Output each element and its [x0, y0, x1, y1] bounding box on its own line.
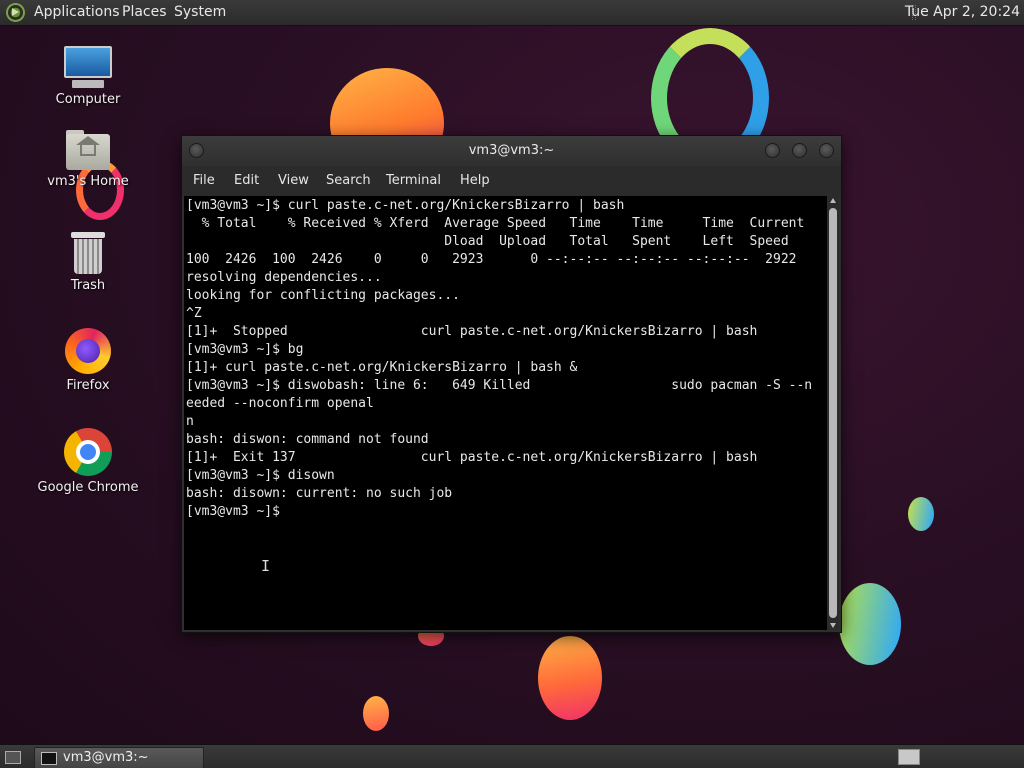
menu-file[interactable]: File — [193, 173, 215, 188]
menu-edit[interactable]: Edit — [234, 173, 259, 188]
desktop-icon-label: Google Chrome — [37, 480, 139, 495]
wallpaper-blob — [538, 636, 602, 720]
desktop-icon-label: Computer — [55, 92, 121, 107]
terminal-line: [vm3@vm3 ~]$ diswobash: line 6: 649 Kill… — [186, 378, 813, 393]
distro-logo-icon[interactable] — [6, 3, 25, 22]
minimize-icon[interactable] — [765, 143, 780, 158]
wallpaper-blob — [363, 696, 389, 731]
terminal-line: bash: diswon: command not found — [186, 432, 429, 447]
terminal-line: [1]+ Exit 137 curl paste.c-net.org/Knick… — [186, 450, 758, 465]
close-icon[interactable] — [819, 143, 834, 158]
scroll-up-icon[interactable] — [830, 198, 836, 203]
menu-terminal[interactable]: Terminal — [386, 173, 441, 188]
show-desktop-icon[interactable] — [5, 751, 21, 764]
menu-places[interactable]: Places — [122, 4, 167, 20]
terminal-line: 100 2426 100 2426 0 0 2923 0 --:--:-- --… — [186, 252, 797, 267]
computer-icon — [64, 46, 112, 88]
desktop-icon-firefox[interactable]: Firefox — [28, 328, 148, 393]
wallpaper-blob — [839, 583, 901, 665]
top-panel: Applications Places System Tue Apr 2, 20… — [0, 0, 1024, 26]
desktop-icon-computer[interactable]: Computer — [28, 46, 148, 107]
wallpaper-blob — [908, 497, 934, 531]
maximize-icon[interactable] — [792, 143, 807, 158]
desktop-icon-home[interactable]: vm3's Home — [28, 130, 148, 189]
terminal-line: [1]+ curl paste.c-net.org/KnickersBizarr… — [186, 360, 578, 375]
terminal-line: eeded --noconfirm openal — [186, 396, 374, 411]
taskbar-item-label: vm3@vm3:~ — [63, 750, 149, 765]
terminal-line: [vm3@vm3 ~]$ bg — [186, 342, 304, 357]
menu-system[interactable]: System — [174, 4, 226, 20]
firefox-icon — [65, 328, 111, 374]
home-folder-icon — [66, 130, 110, 170]
menu-help[interactable]: Help — [460, 173, 490, 188]
scrollbar-thumb[interactable] — [829, 208, 837, 618]
menu-applications[interactable]: Applications — [34, 4, 120, 20]
desktop-icon-label: Firefox — [66, 378, 110, 393]
terminal-window[interactable]: vm3@vm3:~ File Edit View Search Terminal… — [182, 136, 841, 632]
terminal-menu-bar: File Edit View Search Terminal Help — [182, 166, 841, 196]
workspace-switcher[interactable] — [898, 749, 920, 765]
text-cursor-icon: I — [261, 557, 271, 575]
terminal-line: Dload Upload Total Spent Left Speed — [186, 234, 789, 249]
terminal-line: resolving dependencies... — [186, 270, 382, 285]
taskbar-item-terminal[interactable]: vm3@vm3:~ — [34, 747, 204, 768]
window-title: vm3@vm3:~ — [468, 143, 555, 158]
terminal-line: [vm3@vm3 ~]$ curl paste.c-net.org/Knicke… — [186, 198, 625, 213]
terminal-line: [vm3@vm3 ~]$ disown — [186, 468, 335, 483]
desktop-icon-label: Trash — [70, 278, 106, 293]
trash-icon — [71, 232, 105, 274]
terminal-icon — [41, 752, 57, 765]
terminal-line: looking for conflicting packages... — [186, 288, 460, 303]
window-title-bar[interactable]: vm3@vm3:~ — [182, 136, 841, 166]
menu-view[interactable]: View — [278, 173, 309, 188]
terminal-line: bash: disown: current: no such job — [186, 486, 453, 501]
bottom-panel: vm3@vm3:~ — [0, 744, 1024, 768]
desktop-icon-chrome[interactable]: Google Chrome — [28, 428, 148, 495]
terminal-line: % Total % Received % Xferd Average Speed… — [186, 216, 805, 231]
terminal-line: n — [186, 414, 194, 429]
clock[interactable]: Tue Apr 2, 20:24 — [905, 4, 1020, 20]
terminal-line: [vm3@vm3 ~]$ — [186, 504, 288, 519]
menu-search[interactable]: Search — [326, 173, 371, 188]
terminal-scrollbar[interactable] — [827, 196, 839, 630]
scroll-down-icon[interactable] — [830, 623, 836, 628]
terminal-output[interactable]: [vm3@vm3 ~]$ curl paste.c-net.org/Knicke… — [184, 196, 827, 630]
desktop-icon-trash[interactable]: Trash — [28, 232, 148, 293]
terminal-line: ^Z — [186, 306, 202, 321]
chrome-icon — [64, 428, 112, 476]
desktop-icon-label: vm3's Home — [47, 174, 129, 189]
terminal-text: [vm3@vm3 ~]$ curl paste.c-net.org/Knicke… — [184, 196, 827, 521]
terminal-line: [1]+ Stopped curl paste.c-net.org/Knicke… — [186, 324, 758, 339]
window-menu-icon[interactable] — [189, 143, 204, 158]
